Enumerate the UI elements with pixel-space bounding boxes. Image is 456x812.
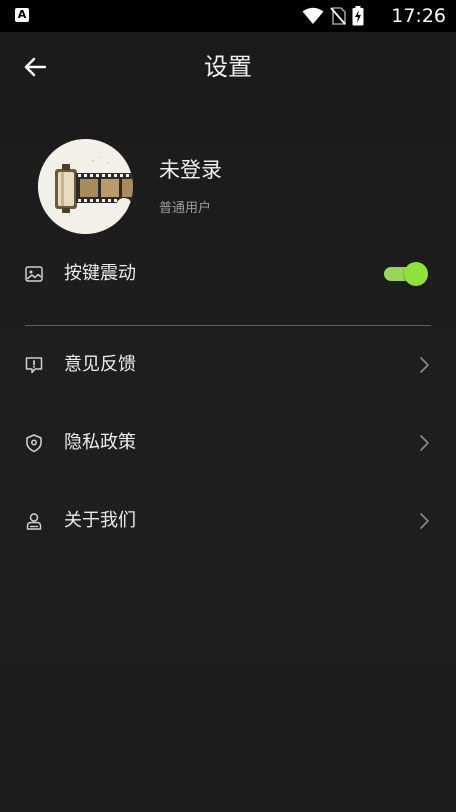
setting-row-privacy[interactable]: 隐私政策 — [0, 415, 456, 471]
page-title: 设置 — [204, 53, 252, 81]
status-icons — [302, 6, 364, 26]
image-icon — [25, 266, 43, 282]
chevron-right-icon — [420, 357, 429, 373]
avatar[interactable] — [38, 139, 133, 234]
setting-label-vibration: 按键震动 — [64, 263, 136, 284]
divider — [25, 325, 431, 326]
toggle-thumb — [404, 262, 428, 286]
film-roll-icon — [38, 139, 133, 234]
setting-row-about[interactable]: 关于我们 — [0, 493, 456, 549]
user-icon — [26, 513, 42, 530]
setting-row-vibration: 按键震动 — [0, 246, 456, 302]
header: 设置 — [0, 32, 456, 102]
wifi-icon — [302, 7, 324, 24]
status-time: 17:26 — [391, 5, 446, 27]
setting-label-about: 关于我们 — [64, 510, 136, 531]
chevron-right-icon — [420, 435, 429, 451]
setting-label-privacy: 隐私政策 — [64, 432, 136, 453]
shield-icon — [26, 434, 42, 453]
settings-screen: A 17:26 设置 未登录 普通用户 按键震动 意见反馈 隐私政策 关于我们 — [0, 0, 456, 812]
profile-card[interactable]: 未登录 普通用户 — [38, 139, 438, 234]
vibration-toggle[interactable] — [384, 262, 428, 286]
setting-row-feedback[interactable]: 意见反馈 — [0, 337, 456, 393]
feedback-icon — [25, 357, 43, 374]
profile-role: 普通用户 — [159, 201, 212, 216]
profile-name: 未登录 — [159, 158, 222, 182]
status-bar: A 17:26 — [0, 0, 456, 32]
chevron-right-icon — [420, 513, 429, 529]
app-notification-icon: A — [15, 8, 29, 22]
setting-label-feedback: 意见反馈 — [64, 354, 136, 375]
battery-charging-icon — [352, 6, 364, 26]
no-sim-icon — [330, 7, 346, 25]
